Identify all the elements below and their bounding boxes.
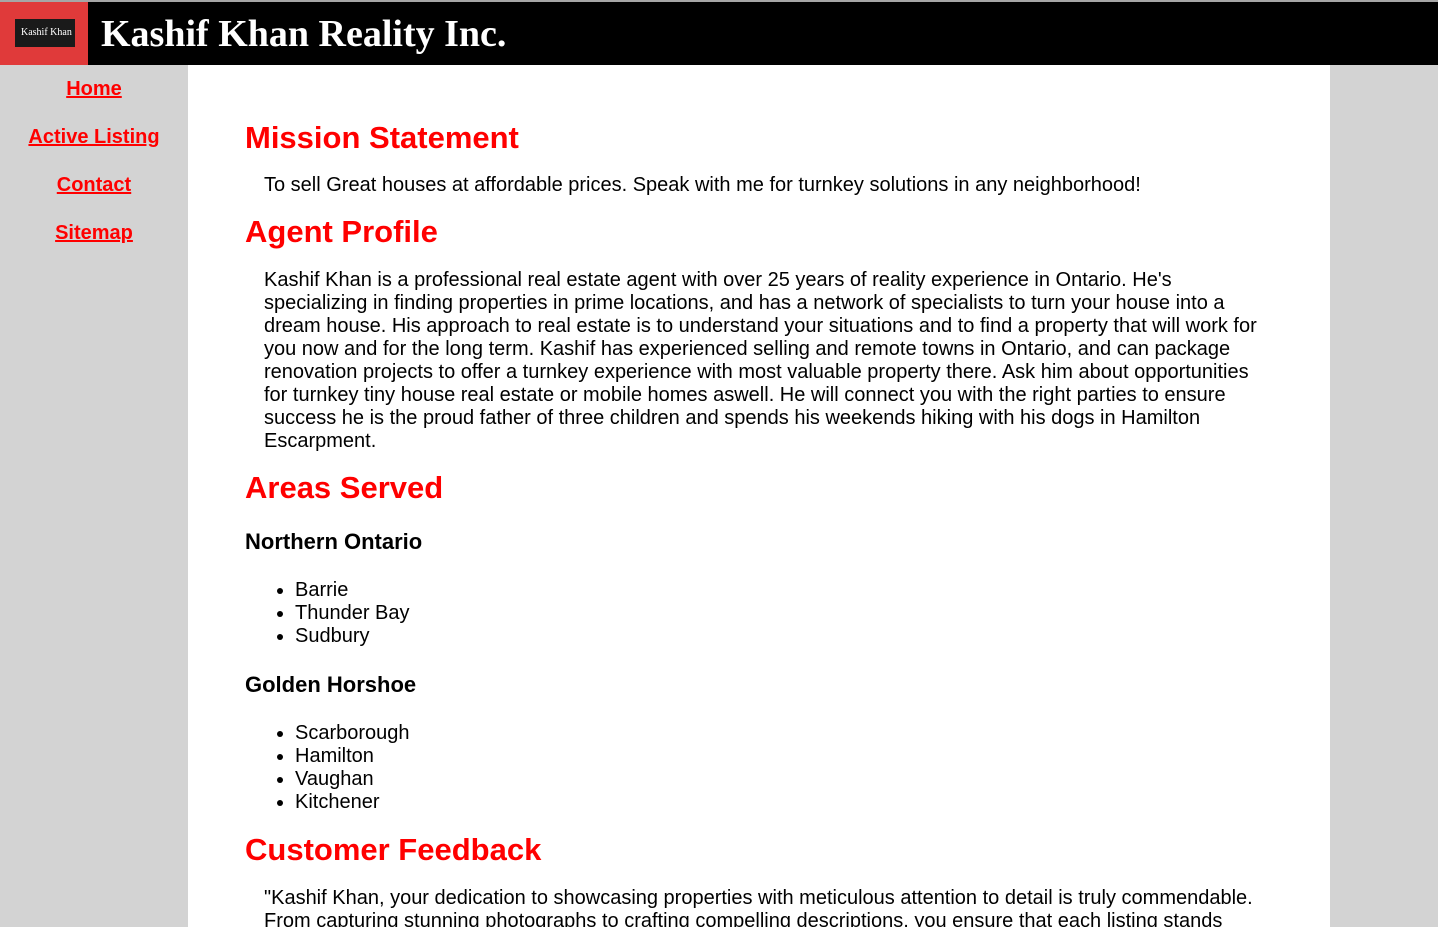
list-item: Vaughan	[295, 768, 410, 791]
list-item: Scarborough	[295, 722, 410, 745]
region-heading-northern-ontario: Northern Ontario	[245, 529, 423, 554]
mission-heading: Mission Statement	[245, 120, 519, 155]
areas-heading: Areas Served	[245, 470, 444, 505]
profile-text: Kashif Khan is a professional real estat…	[264, 269, 1257, 452]
city-list-golden-horshoe: Scarborough Hamilton Vaughan Kitchener	[264, 722, 410, 814]
list-item: Barrie	[295, 579, 410, 602]
feedback-text: "Kashif Khan, your dedication to showcas…	[264, 887, 1253, 927]
mission-text: To sell Great houses at affordable price…	[264, 174, 1141, 196]
profile-heading: Agent Profile	[245, 214, 438, 249]
region-heading-golden-horshoe: Golden Horshoe	[245, 672, 417, 697]
nav-link-contact[interactable]: Contact	[0, 173, 188, 197]
list-item: Thunder Bay	[295, 602, 410, 625]
sidebar-nav: Home Active Listing Contact Sitemap	[0, 65, 188, 927]
nav-link-home[interactable]: Home	[0, 77, 188, 101]
nav-link-sitemap[interactable]: Sitemap	[0, 221, 188, 245]
page: Kashif Khan Kashif Khan Reality Inc. Hom…	[0, 0, 1438, 927]
list-item: Hamilton	[295, 745, 410, 768]
list-item: Kitchener	[295, 791, 410, 814]
city-list-northern-ontario: Barrie Thunder Bay Sudbury	[264, 579, 410, 648]
site-title: Kashif Khan Reality Inc.	[101, 13, 507, 55]
logo[interactable]: Kashif Khan	[0, 2, 88, 65]
feedback-heading: Customer Feedback	[245, 832, 542, 867]
nav-link-active-listing[interactable]: Active Listing	[0, 125, 188, 149]
site-header: Kashif Khan Kashif Khan Reality Inc.	[0, 2, 1438, 65]
main-content: Mission Statement To sell Great houses a…	[188, 65, 1330, 927]
list-item: Sudbury	[295, 625, 410, 648]
logo-text: Kashif Khan	[21, 27, 72, 38]
